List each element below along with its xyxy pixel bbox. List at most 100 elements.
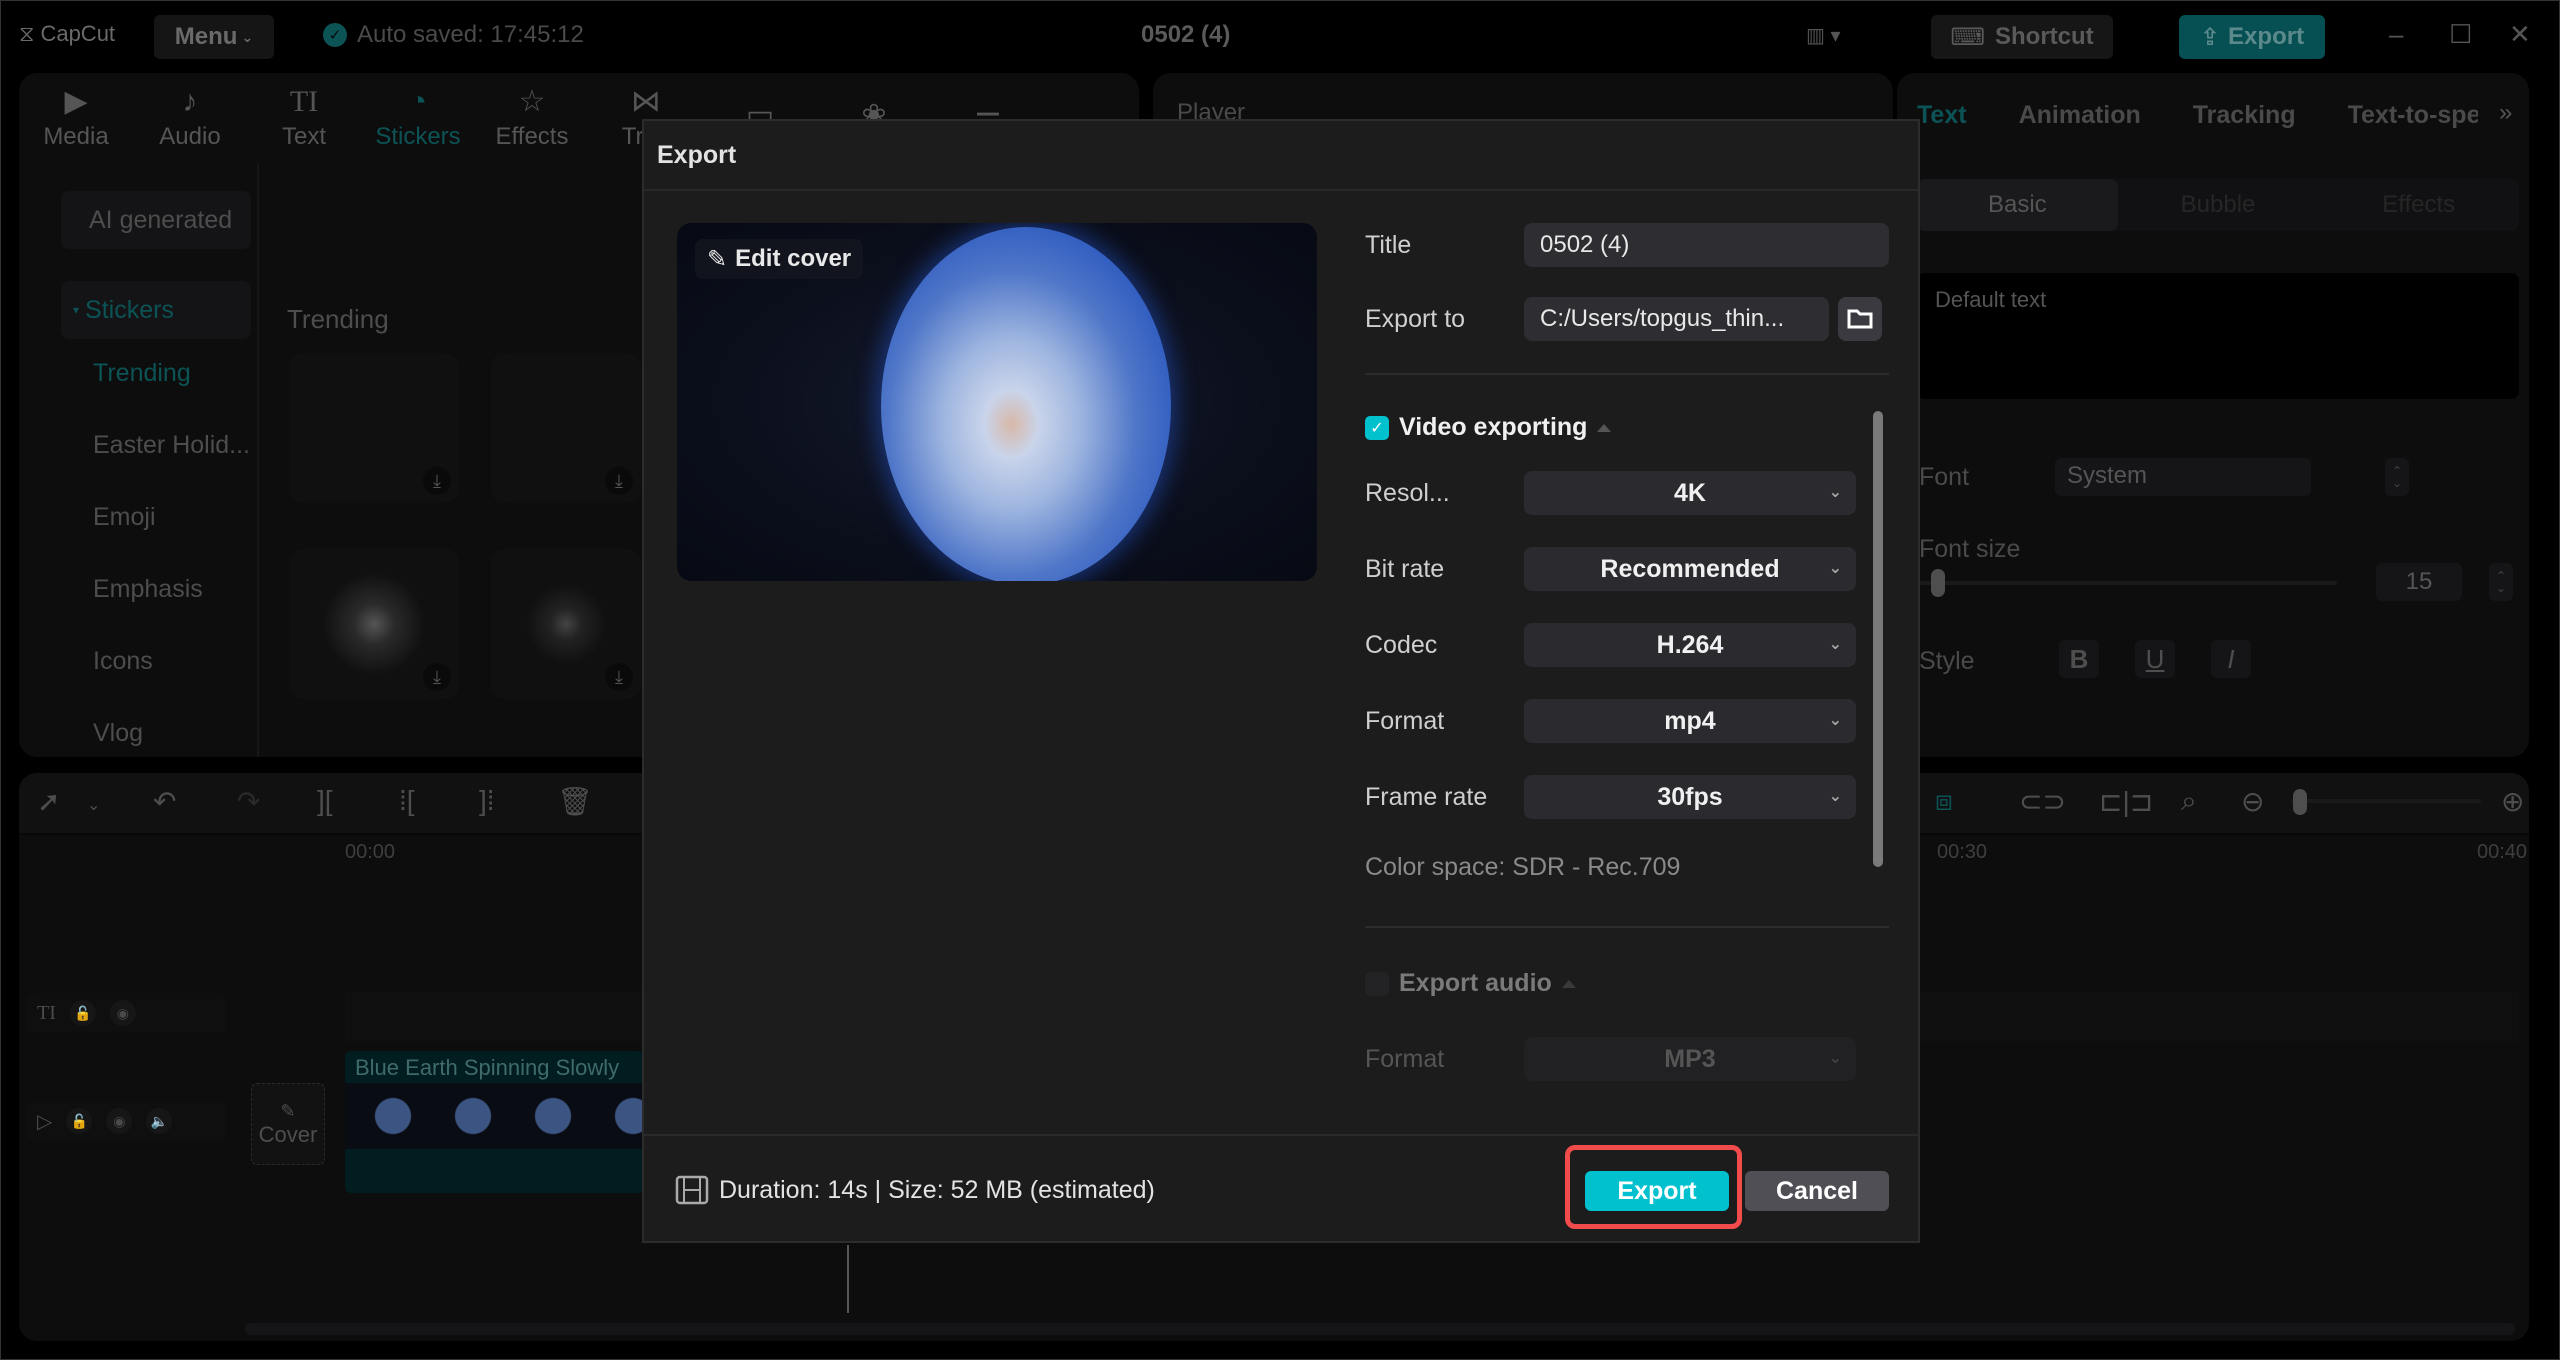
sticker-item[interactable]: ⤓ bbox=[289, 353, 459, 503]
export-path-input[interactable]: C:/Users/topgus_thin... bbox=[1524, 297, 1829, 341]
tab-stickers[interactable]: ◔ Stickers bbox=[361, 73, 475, 163]
maximize-icon[interactable]: ☐ bbox=[2449, 19, 2472, 50]
sidebar-item-emphasis[interactable]: Emphasis bbox=[93, 575, 203, 604]
text-track-icon: TI bbox=[37, 1001, 56, 1024]
transitions-icon: ⋈ bbox=[631, 85, 661, 118]
menu-button[interactable]: Menu ⌄ bbox=[154, 15, 274, 59]
font-label: Font bbox=[1919, 463, 1970, 491]
split-icon[interactable]: ][ bbox=[317, 785, 333, 817]
link-icon[interactable]: ⊂⊃ bbox=[2019, 785, 2066, 818]
playhead[interactable] bbox=[847, 1245, 849, 1313]
tab-text-to-speech[interactable]: Text-to-spe bbox=[2348, 101, 2478, 130]
tab-animation[interactable]: Animation bbox=[2019, 101, 2141, 130]
video-export-checkbox[interactable]: ✓ bbox=[1365, 415, 1389, 440]
bitrate-select[interactable]: Recommended ⌄ bbox=[1524, 547, 1856, 591]
chevron-down-icon: ⌄ bbox=[241, 28, 254, 45]
sticker-item[interactable]: ⤓ bbox=[491, 549, 641, 699]
lock-icon[interactable]: 🔓 bbox=[66, 1108, 93, 1134]
export-top-button[interactable]: ⇪ Export bbox=[2179, 15, 2325, 59]
zoom-out-icon[interactable]: ⊖ bbox=[2241, 785, 2264, 818]
sidebar-item-stickers[interactable]: ▾ Stickers bbox=[61, 281, 251, 339]
browse-folder-button[interactable] bbox=[1838, 297, 1882, 341]
tab-media[interactable]: ▶ Media bbox=[19, 73, 133, 163]
undo-icon[interactable]: ↶ bbox=[153, 785, 176, 818]
eye-icon[interactable]: ◉ bbox=[109, 1000, 136, 1026]
format-select[interactable]: mp4 ⌄ bbox=[1524, 699, 1856, 743]
clip-thumbnail bbox=[585, 1083, 645, 1149]
font-size-slider[interactable] bbox=[1917, 581, 2337, 585]
timeline-zoom-slider[interactable] bbox=[2291, 799, 2481, 803]
effects-icon: ☆ bbox=[518, 85, 546, 118]
tab-text[interactable]: TI Text bbox=[247, 73, 361, 163]
timeline-scrollbar[interactable] bbox=[245, 1323, 2515, 1335]
timeline-zoom-handle[interactable] bbox=[2293, 789, 2307, 815]
title-input[interactable]: 0502 (4) bbox=[1524, 223, 1889, 267]
select-tool-icon[interactable]: ➚ bbox=[37, 785, 60, 818]
download-icon[interactable]: ⤓ bbox=[423, 663, 451, 691]
sticker-item[interactable]: ⤓ bbox=[491, 353, 641, 503]
style-label: Style bbox=[1919, 647, 1975, 675]
split-right-icon[interactable]: ]⁞ bbox=[479, 785, 495, 817]
settings-scrollbar[interactable] bbox=[1873, 411, 1883, 867]
sidebar-item-ai-generated[interactable]: AI generated bbox=[61, 191, 251, 249]
sticker-icon: ◔ bbox=[408, 85, 428, 118]
sidebar-item-vlog[interactable]: Vlog bbox=[93, 719, 143, 748]
tab-audio[interactable]: ♪ Audio bbox=[133, 73, 247, 163]
segment-bubble[interactable]: Bubble bbox=[2118, 179, 2319, 231]
sidebar-item-icons[interactable]: Icons bbox=[93, 647, 153, 676]
underline-button[interactable]: U bbox=[2135, 640, 2175, 678]
font-size-slider-handle[interactable] bbox=[1931, 569, 1945, 597]
redo-icon[interactable]: ↷ bbox=[237, 785, 260, 818]
audio-export-checkbox[interactable] bbox=[1365, 971, 1389, 996]
minimize-icon[interactable]: – bbox=[2389, 19, 2403, 50]
download-icon[interactable]: ⤓ bbox=[605, 663, 633, 691]
segment-basic[interactable]: Basic bbox=[1917, 179, 2118, 231]
resolution-select[interactable]: 4K ⌄ bbox=[1524, 471, 1856, 515]
cancel-button[interactable]: Cancel bbox=[1745, 1171, 1889, 1211]
font-size-stepper[interactable]: ⌃ ⌄ bbox=[2489, 563, 2513, 601]
volume-icon[interactable]: 🔈 bbox=[146, 1108, 173, 1134]
layout-icon[interactable]: ▥ ▾ bbox=[1806, 23, 1841, 48]
download-icon[interactable]: ⤓ bbox=[423, 467, 451, 495]
video-clip[interactable]: Blue Earth Spinning Slowly bbox=[345, 1051, 645, 1193]
segment-effects[interactable]: Effects bbox=[2318, 179, 2519, 231]
audio-format-select[interactable]: MP3 ⌄ bbox=[1524, 1037, 1856, 1081]
text-content-input[interactable]: Default text bbox=[1917, 273, 2519, 399]
chevron-down-icon[interactable]: ⌄ bbox=[87, 795, 100, 815]
sidebar-item-trending[interactable]: Trending bbox=[93, 359, 191, 388]
lock-icon[interactable]: 🔓 bbox=[69, 1000, 96, 1026]
italic-button[interactable]: I bbox=[2211, 640, 2251, 678]
sidebar-item-easter[interactable]: Easter Holid... bbox=[93, 431, 250, 460]
magnet-icon[interactable]: ⧈ bbox=[1935, 785, 1953, 818]
ruler-time: 00:00 bbox=[345, 841, 396, 863]
collapse-icon[interactable] bbox=[1561, 979, 1576, 988]
color-space-info: Color space: SDR - Rec.709 bbox=[1365, 853, 1681, 881]
close-icon[interactable]: ✕ bbox=[2509, 19, 2531, 50]
dialog-title: Export bbox=[657, 141, 737, 169]
download-icon[interactable]: ⤓ bbox=[605, 467, 633, 495]
split-left-icon[interactable]: ⁞[ bbox=[399, 785, 415, 817]
font-size-input[interactable]: 15 bbox=[2376, 563, 2462, 601]
align-icon[interactable]: ⊏|⊐ bbox=[2099, 785, 2153, 818]
bold-button[interactable]: B bbox=[2059, 640, 2099, 678]
eye-icon[interactable]: ◉ bbox=[106, 1108, 133, 1134]
font-stepper[interactable]: ⌃ ⌄ bbox=[2385, 458, 2409, 496]
text-style-segments: Basic Bubble Effects bbox=[1917, 179, 2519, 231]
preview-zoom-icon[interactable]: ⌕ bbox=[2181, 785, 2197, 818]
more-tabs-icon[interactable]: » bbox=[2499, 99, 2512, 127]
tab-effects[interactable]: ☆ Effects bbox=[475, 73, 589, 163]
tab-tracking[interactable]: Tracking bbox=[2193, 101, 2296, 130]
export-button[interactable]: Export bbox=[1585, 1171, 1729, 1211]
edit-cover-button[interactable]: ✎ Edit cover bbox=[695, 239, 864, 279]
font-select[interactable]: System bbox=[2055, 458, 2311, 496]
cover-button[interactable]: ✎ Cover bbox=[251, 1083, 325, 1165]
collapse-icon[interactable] bbox=[1597, 423, 1612, 432]
tab-text-props[interactable]: Text bbox=[1917, 101, 1967, 130]
sticker-item[interactable]: ⤓ bbox=[289, 549, 459, 699]
zoom-in-icon[interactable]: ⊕ bbox=[2501, 785, 2524, 818]
delete-icon[interactable]: 🗑 bbox=[557, 785, 593, 818]
codec-select[interactable]: H.264 ⌄ bbox=[1524, 623, 1856, 667]
framerate-select[interactable]: 30fps ⌄ bbox=[1524, 775, 1856, 819]
sidebar-item-emoji[interactable]: Emoji bbox=[93, 503, 156, 532]
shortcut-button[interactable]: ⌨ Shortcut bbox=[1931, 15, 2113, 59]
